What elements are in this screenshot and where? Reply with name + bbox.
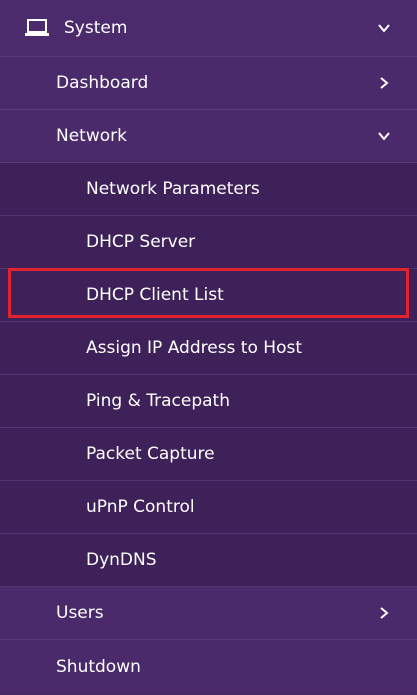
- menu-item-label: Users: [56, 603, 104, 623]
- chevron-down-icon[interactable]: [377, 129, 391, 143]
- submenu-item-label: uPnP Control: [86, 497, 195, 517]
- menu-item-shutdown[interactable]: Shutdown: [0, 640, 417, 693]
- chevron-right-icon[interactable]: [377, 76, 391, 90]
- submenu-item-packet-capture[interactable]: Packet Capture: [0, 428, 417, 481]
- menu-item-dashboard[interactable]: Dashboard: [0, 57, 417, 110]
- submenu-item-ping-tracepath[interactable]: Ping & Tracepath: [0, 375, 417, 428]
- menu-item-users[interactable]: Users: [0, 587, 417, 640]
- submenu-item-dhcp-server[interactable]: DHCP Server: [0, 216, 417, 269]
- submenu-item-label: Ping & Tracepath: [86, 391, 230, 411]
- submenu-item-network-parameters[interactable]: Network Parameters: [0, 163, 417, 216]
- submenu-item-label: Assign IP Address to Host: [86, 338, 302, 358]
- submenu-item-upnp-control[interactable]: uPnP Control: [0, 481, 417, 534]
- submenu-item-assign-ip[interactable]: Assign IP Address to Host: [0, 322, 417, 375]
- menu-item-label: System: [64, 18, 128, 38]
- submenu-item-label: Network Parameters: [86, 179, 260, 199]
- menu-item-label: Dashboard: [56, 73, 149, 93]
- menu-item-label: Shutdown: [56, 656, 141, 677]
- submenu-item-label: Packet Capture: [86, 444, 215, 464]
- submenu-item-label: DynDNS: [86, 550, 157, 570]
- submenu-item-dyndns[interactable]: DynDNS: [0, 534, 417, 587]
- menu-item-system[interactable]: System: [0, 0, 417, 57]
- menu-item-label: Network: [56, 126, 127, 146]
- chevron-right-icon[interactable]: [377, 606, 391, 620]
- menu-item-network[interactable]: Network: [0, 110, 417, 163]
- laptop-icon: [24, 18, 50, 38]
- submenu-item-label: DHCP Client List: [86, 285, 224, 305]
- submenu-item-dhcp-client-list[interactable]: DHCP Client List: [0, 269, 417, 322]
- submenu-item-label: DHCP Server: [86, 232, 196, 252]
- chevron-down-icon[interactable]: [377, 21, 391, 35]
- sidebar-menu: System Dashboard Network Network Paramet…: [0, 0, 417, 695]
